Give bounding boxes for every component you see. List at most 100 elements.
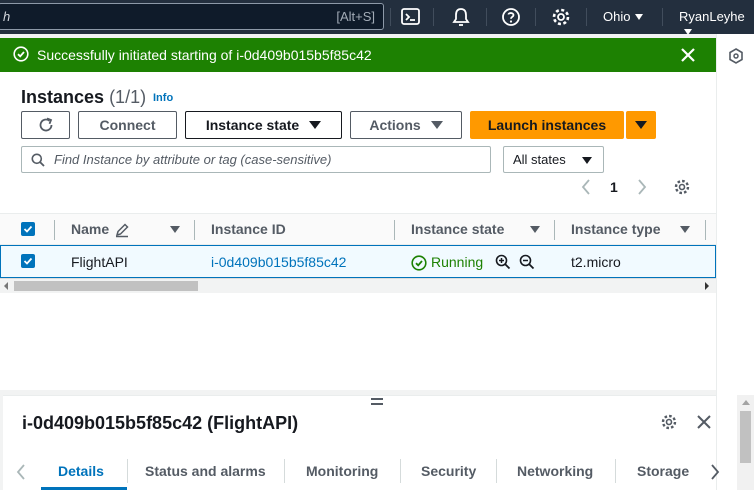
- sort-caret-icon[interactable]: [680, 226, 690, 233]
- instance-filter-input[interactable]: Find Instance by attribute or tag (case-…: [21, 146, 491, 173]
- search-shortcut-hint: [Alt+S]: [336, 9, 375, 24]
- nav-divider: [390, 8, 391, 26]
- column-header-instance-state[interactable]: Instance state: [411, 221, 504, 237]
- column-divider: [554, 220, 555, 240]
- filter-placeholder: Find Instance by attribute or tag (case-…: [54, 152, 332, 167]
- horizontal-scrollbar[interactable]: [0, 278, 716, 293]
- tab-divider: [284, 459, 285, 483]
- instance-type-value: t2.micro: [571, 254, 621, 270]
- instance-state-value: Running: [431, 254, 484, 270]
- tab-divider: [496, 459, 497, 483]
- scrollbar-thumb[interactable]: [14, 281, 198, 291]
- column-divider: [54, 220, 55, 240]
- instance-id-link[interactable]: i-0d409b015b5f85c42: [211, 254, 346, 270]
- flash-message: Successfully initiated starting of i-0d4…: [37, 47, 372, 63]
- launch-instances-button[interactable]: Launch instances: [470, 111, 624, 139]
- column-divider: [705, 220, 706, 240]
- previous-page-icon[interactable]: [580, 178, 592, 199]
- nav-divider: [586, 8, 587, 26]
- search-input-text: h: [3, 9, 11, 24]
- sort-caret-icon[interactable]: [170, 226, 180, 233]
- page-title: Instances (1/1): [21, 87, 146, 108]
- launch-instances-dropdown[interactable]: [626, 111, 656, 139]
- caret-down-icon: [684, 29, 692, 35]
- instances-title: Instances: [21, 87, 105, 107]
- settings-icon[interactable]: [550, 6, 572, 28]
- nav-divider: [535, 8, 536, 26]
- nav-divider: [662, 8, 663, 26]
- instance-state-label: Instance state: [205, 117, 300, 133]
- tab-divider: [400, 459, 401, 483]
- tabs-previous-icon[interactable]: [15, 463, 27, 484]
- search-input[interactable]: h [Alt+S]: [0, 3, 384, 30]
- resize-handle-line: [371, 403, 383, 405]
- zoom-out-icon[interactable]: [519, 254, 535, 273]
- top-navigation-bar: h [Alt+S] Ohio RyanLeyhe: [0, 0, 754, 35]
- column-header-name[interactable]: Name: [71, 221, 109, 237]
- actions-dropdown[interactable]: Actions: [350, 111, 462, 139]
- scroll-up-arrow-icon[interactable]: [742, 400, 750, 405]
- connect-button[interactable]: Connect: [78, 111, 177, 139]
- sort-caret-icon[interactable]: [530, 226, 540, 233]
- instances-panel: Instances (1/1) Info Connect Instance st…: [0, 72, 716, 390]
- tab-details[interactable]: Details: [58, 463, 104, 479]
- tab-status-and-alarms[interactable]: Status and alarms: [145, 463, 266, 479]
- column-header-instance-id[interactable]: Instance ID: [211, 221, 286, 237]
- success-check-icon: [13, 46, 29, 65]
- caret-down-icon: [635, 121, 647, 129]
- success-flash-banner: Successfully initiated starting of i-0d4…: [0, 38, 716, 72]
- page-number[interactable]: 1: [610, 179, 618, 195]
- instances-count: (1/1): [109, 87, 147, 107]
- tab-divider: [127, 459, 128, 483]
- panel-resize-handle[interactable]: [371, 398, 383, 408]
- tab-security[interactable]: Security: [421, 463, 476, 479]
- tab-monitoring[interactable]: Monitoring: [306, 463, 378, 479]
- caret-down-icon: [582, 157, 592, 164]
- caret-down-icon: [309, 121, 322, 129]
- details-title: i-0d409b015b5f85c42 (FlightAPI): [22, 413, 299, 433]
- info-link[interactable]: Info: [153, 92, 173, 104]
- edit-pencil-icon[interactable]: [114, 222, 130, 241]
- resize-handle-line: [371, 398, 383, 400]
- search-icon: [31, 153, 45, 170]
- instance-details-panel: i-0d409b015b5f85c42 (FlightAPI) Details …: [3, 395, 720, 490]
- account-label: RyanLeyhe: [679, 9, 745, 24]
- table-preferences-gear-icon[interactable]: [673, 178, 691, 199]
- notifications-icon[interactable]: [450, 6, 472, 28]
- zoom-in-icon[interactable]: [495, 254, 511, 273]
- tab-divider: [615, 459, 616, 483]
- tabs-next-icon[interactable]: [709, 463, 721, 484]
- refresh-button[interactable]: [21, 111, 70, 139]
- next-page-icon[interactable]: [636, 178, 648, 199]
- actions-label: Actions: [369, 117, 421, 133]
- running-status-icon: [411, 255, 427, 274]
- column-divider: [394, 220, 395, 240]
- vertical-scrollbar[interactable]: [737, 395, 754, 490]
- close-icon[interactable]: [696, 414, 712, 433]
- cloudshell-icon[interactable]: [400, 6, 422, 28]
- column-divider: [194, 220, 195, 240]
- region-selector[interactable]: Ohio: [603, 9, 644, 24]
- state-filter-value: All states: [513, 152, 566, 167]
- select-all-checkbox[interactable]: [21, 222, 35, 236]
- nav-divider: [486, 8, 487, 26]
- table-header: Name Instance ID Instance state Instance…: [0, 213, 716, 245]
- table-row[interactable]: FlightAPI i-0d409b015b5f85c42 Running t2…: [0, 245, 716, 278]
- close-icon[interactable]: [680, 47, 696, 66]
- instance-state-dropdown[interactable]: Instance state: [185, 111, 342, 139]
- scroll-right-arrow-icon[interactable]: [705, 282, 709, 290]
- state-filter-select[interactable]: All states: [503, 146, 604, 173]
- instance-name: FlightAPI: [71, 254, 128, 270]
- hexagon-icon[interactable]: [728, 48, 744, 67]
- region-label: Ohio: [603, 9, 631, 24]
- scrollbar-thumb[interactable]: [740, 411, 751, 463]
- help-icon[interactable]: [500, 6, 522, 28]
- tab-storage[interactable]: Storage: [637, 463, 689, 479]
- details-preferences-gear-icon[interactable]: [660, 413, 678, 434]
- tab-networking[interactable]: Networking: [517, 463, 593, 479]
- nav-divider: [433, 8, 434, 26]
- caret-down-icon: [430, 121, 443, 129]
- row-checkbox[interactable]: [21, 254, 35, 268]
- scroll-left-arrow-icon[interactable]: [4, 282, 8, 290]
- column-header-instance-type[interactable]: Instance type: [571, 221, 660, 237]
